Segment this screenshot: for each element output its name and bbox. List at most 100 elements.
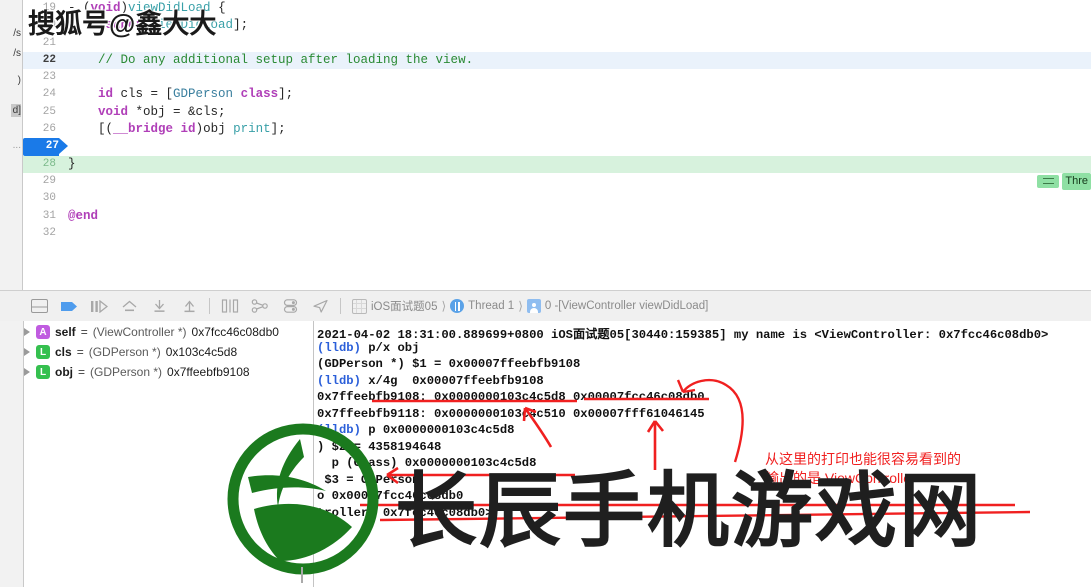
line-number[interactable]: 24	[23, 86, 56, 103]
line-number[interactable]: 26	[23, 121, 56, 138]
code-line-31[interactable]: 31 @end	[23, 208, 1091, 225]
lldb-prompt: (lldb)	[317, 340, 361, 355]
nav-fragment-4: ...	[12, 140, 21, 151]
breadcrumb-project-label: iOS面试题05	[371, 301, 438, 313]
source-editor[interactable]: 19- (void)viewDidLoad {20 [super viewDid…	[23, 0, 1091, 290]
variable-row[interactable]: Lobj = (GDPerson *) 0x7ffeebfb9108	[24, 365, 250, 379]
code-text: [(__bridge id)obj print];	[68, 122, 286, 137]
breadcrumb-project[interactable]: iOS面试题05	[352, 298, 437, 314]
code-text: @end	[68, 208, 99, 223]
navigator-strip[interactable]: /s /s ) d] ...	[0, 0, 23, 290]
variable-scope-badge: A	[36, 325, 50, 339]
disclosure-triangle-icon[interactable]	[24, 368, 30, 376]
variable-value: 0x7fcc46c08db0	[191, 325, 279, 339]
variable-name: self	[55, 325, 76, 339]
console-text: 0x7ffeebfb9118: 0x0000000103c4c510 0x000…	[317, 406, 705, 421]
xcode-debug-window: /s /s ) d] ... 19- (void)viewDidLoad {20…	[0, 0, 1091, 587]
nav-fragment-1: /s	[13, 48, 21, 59]
code-text: id cls = [GDPerson class];	[98, 87, 294, 102]
debug-toolbar[interactable]: iOS面试题05 ⟩ Thread 1 ⟩ 0 -[ViewController…	[0, 290, 1091, 322]
variable-type: (ViewController *)	[92, 325, 187, 339]
nav-fragment-0: /s	[13, 28, 21, 39]
variable-equals: =	[78, 365, 86, 379]
breadcrumb[interactable]: iOS面试题05 ⟩ Thread 1 ⟩ 0 -[ViewController…	[352, 298, 708, 314]
line-number[interactable]: 28	[23, 156, 56, 173]
code-line-25[interactable]: 25 void *obj = &cls;	[23, 104, 1091, 121]
console-line: 0x7ffeebfb9108: 0x0000000103c4c5d8 0x000…	[317, 390, 705, 404]
environment-overrides-icon[interactable]	[275, 291, 305, 321]
console-text: 0x7ffeebfb9108: 0x0000000103c4c5d8 0x000…	[317, 390, 705, 404]
program-counter-icon	[59, 138, 68, 155]
code-line-28[interactable]: 28}	[23, 155, 1091, 173]
variable-scope-badge: L	[36, 345, 50, 359]
debug-memory-graph-icon[interactable]	[245, 291, 275, 321]
line-number[interactable]: 22	[23, 52, 56, 69]
line-number[interactable]: 27	[23, 138, 59, 156]
line-number[interactable]: 30	[23, 190, 56, 207]
line-number[interactable]: 25	[23, 104, 56, 121]
code-text: }	[68, 156, 76, 171]
console-text: (GDPerson *) $1 = 0x00007ffeebfb9108	[317, 357, 581, 371]
variable-row[interactable]: Aself = (ViewController *) 0x7fcc46c08db0	[24, 325, 279, 339]
toolbar-divider	[209, 298, 210, 314]
line-number[interactable]: 29	[23, 173, 56, 190]
console-line: (lldb) p/x obj	[317, 341, 419, 355]
nav-fragment-2: )	[17, 75, 21, 86]
console-text: x/4g 0x00007ffeebfb9108	[360, 373, 544, 388]
variable-value: 0x7ffeebfb9108	[167, 365, 250, 379]
breadcrumb-thread-label: Thread 1	[468, 300, 515, 312]
breadcrumb-thread[interactable]: Thread 1	[450, 299, 514, 313]
code-text: void *obj = &cls;	[98, 104, 226, 119]
code-line-29[interactable]: 29	[23, 173, 1091, 190]
continue-icon[interactable]	[54, 291, 84, 321]
project-icon	[352, 298, 367, 314]
breadcrumb-frame[interactable]: 0 -[ViewController viewDidLoad]	[526, 299, 709, 313]
code-text: // Do any additional setup after loading…	[68, 52, 474, 67]
variable-equals: =	[76, 345, 84, 359]
line-number[interactable]: 31	[23, 208, 56, 225]
variable-value: 0x103c4c5d8	[165, 345, 238, 359]
chevron-right-icon-2: ⟩	[518, 299, 523, 313]
console-text: 2021-04-02 18:31:00.889699+0800 iOS面试题05…	[317, 328, 1049, 342]
disclosure-triangle-icon[interactable]	[24, 348, 30, 356]
toolbar-divider-2	[340, 298, 341, 314]
simulate-location-icon[interactable]	[305, 291, 335, 321]
disclosure-triangle-icon[interactable]	[24, 328, 30, 336]
code-line-32[interactable]: 32	[23, 225, 1091, 242]
step-into-icon[interactable]	[114, 291, 144, 321]
step-out-icon[interactable]	[144, 291, 174, 321]
line-number[interactable]: 23	[23, 69, 56, 86]
step-out-of-icon[interactable]	[174, 291, 204, 321]
variables-left-gutter	[0, 321, 24, 587]
lldb-prompt: (lldb)	[317, 373, 361, 388]
console-line: 0x7ffeebfb9118: 0x0000000103c4c510 0x000…	[317, 407, 705, 421]
debug-view-hierarchy-icon[interactable]	[215, 291, 245, 321]
thread-issue-badge[interactable]: Thre	[1037, 172, 1091, 190]
variable-scope-badge: L	[36, 365, 50, 379]
variable-name: obj	[55, 365, 73, 379]
line-number[interactable]: 32	[23, 225, 56, 242]
code-line-27[interactable]: 27	[23, 138, 1091, 156]
nav-fragment-3: d]	[10, 104, 21, 117]
console-line: 2021-04-02 18:31:00.889699+0800 iOS面试题05…	[317, 324, 1048, 342]
variable-type: (GDPerson *)	[90, 365, 163, 379]
code-line-30[interactable]: 30	[23, 190, 1091, 207]
code-rows[interactable]: 19- (void)viewDidLoad {20 [super viewDid…	[23, 0, 1091, 290]
breadcrumb-frame-label: 0 -[ViewController viewDidLoad]	[544, 300, 709, 312]
step-over-icon[interactable]	[84, 291, 114, 321]
thread-issue-label: Thre	[1062, 172, 1091, 190]
stack-frame-icon	[526, 299, 541, 313]
chevron-right-icon-1: ⟩	[441, 299, 447, 313]
variable-equals: =	[80, 325, 88, 339]
watermark-main: 长辰手机游戏网	[395, 466, 984, 557]
variable-type: (GDPerson *)	[88, 345, 161, 359]
code-line-23[interactable]: 23	[23, 69, 1091, 86]
hide-debug-area-icon[interactable]	[24, 291, 54, 321]
variable-row[interactable]: Lcls = (GDPerson *) 0x103c4c5d8	[24, 345, 237, 359]
code-line-26[interactable]: 26 [(__bridge id)obj print];	[23, 121, 1091, 138]
variable-name: cls	[55, 345, 72, 359]
watermark-top: 搜狐号@鑫大大	[28, 9, 217, 39]
code-line-24[interactable]: 24 id cls = [GDPerson class];	[23, 86, 1091, 103]
code-line-22[interactable]: 22 // Do any additional setup after load…	[23, 51, 1091, 70]
console-line: (GDPerson *) $1 = 0x00007ffeebfb9108	[317, 357, 580, 371]
